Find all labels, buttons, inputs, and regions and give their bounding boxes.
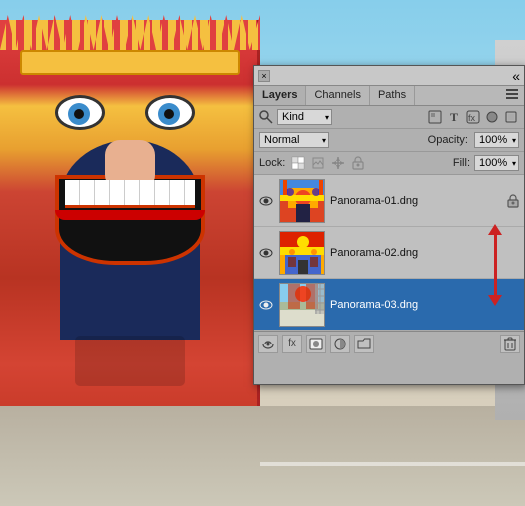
toolbar-link-button[interactable]	[258, 335, 278, 353]
opacity-value-wrapper[interactable]: 100% ▾	[474, 132, 519, 148]
panel-expand-icon[interactable]: «	[512, 68, 520, 84]
layer-thumb-2	[279, 231, 325, 275]
panel-menu-icon[interactable]	[500, 86, 524, 105]
toolbar-delete-button[interactable]	[500, 335, 520, 353]
normal-opacity-row: Normal ▾ Opacity: 100% ▾	[254, 129, 524, 152]
layer-item-3[interactable]: Panorama-03.dng	[254, 279, 524, 331]
tab-layers[interactable]: Layers	[254, 86, 306, 105]
fill-value-wrapper[interactable]: 100% ▾	[474, 155, 519, 171]
kind-icon-raster[interactable]	[427, 109, 443, 125]
tab-paths[interactable]: Paths	[370, 86, 415, 105]
lock-image-icon[interactable]	[309, 155, 327, 171]
lock-transparent-icon[interactable]	[289, 155, 307, 171]
lock-position-icon[interactable]	[329, 155, 347, 171]
panel-tabs: Layers Channels Paths	[254, 86, 524, 106]
layer-name-2: Panorama-02.dng	[330, 247, 520, 259]
toolbar-folder-button[interactable]	[354, 335, 374, 353]
layers-list: Panorama-01.dng	[254, 175, 524, 331]
lock-label: Lock:	[259, 157, 285, 169]
toolbar-fx-button[interactable]: fx	[282, 335, 302, 353]
opacity-label: Opacity:	[428, 134, 468, 146]
kind-icon-text[interactable]: T	[446, 109, 462, 125]
layers-panel: × « Layers Channels Paths Kind ▾ T	[253, 65, 525, 385]
search-icon	[259, 110, 273, 124]
tab-channels[interactable]: Channels	[306, 86, 369, 105]
lock-all-icon[interactable]	[349, 155, 367, 171]
panel-close-button[interactable]: ×	[258, 70, 270, 82]
kind-icon-fx[interactable]: fx	[465, 109, 481, 125]
toolbar-mask-button[interactable]	[306, 335, 326, 353]
toolbar-adjustment-button[interactable]	[330, 335, 350, 353]
layer-item-1[interactable]: Panorama-01.dng	[254, 175, 524, 227]
kind-icon-color[interactable]	[484, 109, 500, 125]
fill-value[interactable]: 100%	[474, 155, 519, 171]
kind-icons-row: T fx	[427, 109, 519, 125]
layer-thumb-3	[279, 283, 325, 327]
layer-lock-icon-1[interactable]	[506, 194, 520, 208]
layer-name-1: Panorama-01.dng	[330, 195, 501, 207]
layer-name-3: Panorama-03.dng	[330, 299, 520, 311]
fill-label: Fill:	[453, 157, 470, 169]
lock-icons	[289, 155, 367, 171]
opacity-value[interactable]: 100%	[474, 132, 519, 148]
kind-select[interactable]: Kind	[277, 109, 332, 125]
blend-mode-wrapper[interactable]: Normal ▾	[259, 132, 329, 148]
kind-row: Kind ▾ T fx	[254, 106, 524, 129]
kind-select-wrapper[interactable]: Kind ▾	[277, 109, 332, 125]
blend-mode-select[interactable]: Normal	[259, 132, 329, 148]
eye-icon-3[interactable]	[258, 297, 274, 313]
layer-item-2[interactable]: Panorama-02.dng	[254, 227, 524, 279]
eye-icon-2[interactable]	[258, 245, 274, 261]
layer-thumb-1	[279, 179, 325, 223]
panel-toolbar: fx	[254, 331, 524, 355]
svg-text:fx: fx	[468, 113, 476, 123]
eye-icon-1[interactable]	[258, 193, 274, 209]
lock-row: Lock:	[254, 152, 524, 175]
panel-title-bar: × «	[254, 66, 524, 86]
kind-icon-smart[interactable]	[503, 109, 519, 125]
